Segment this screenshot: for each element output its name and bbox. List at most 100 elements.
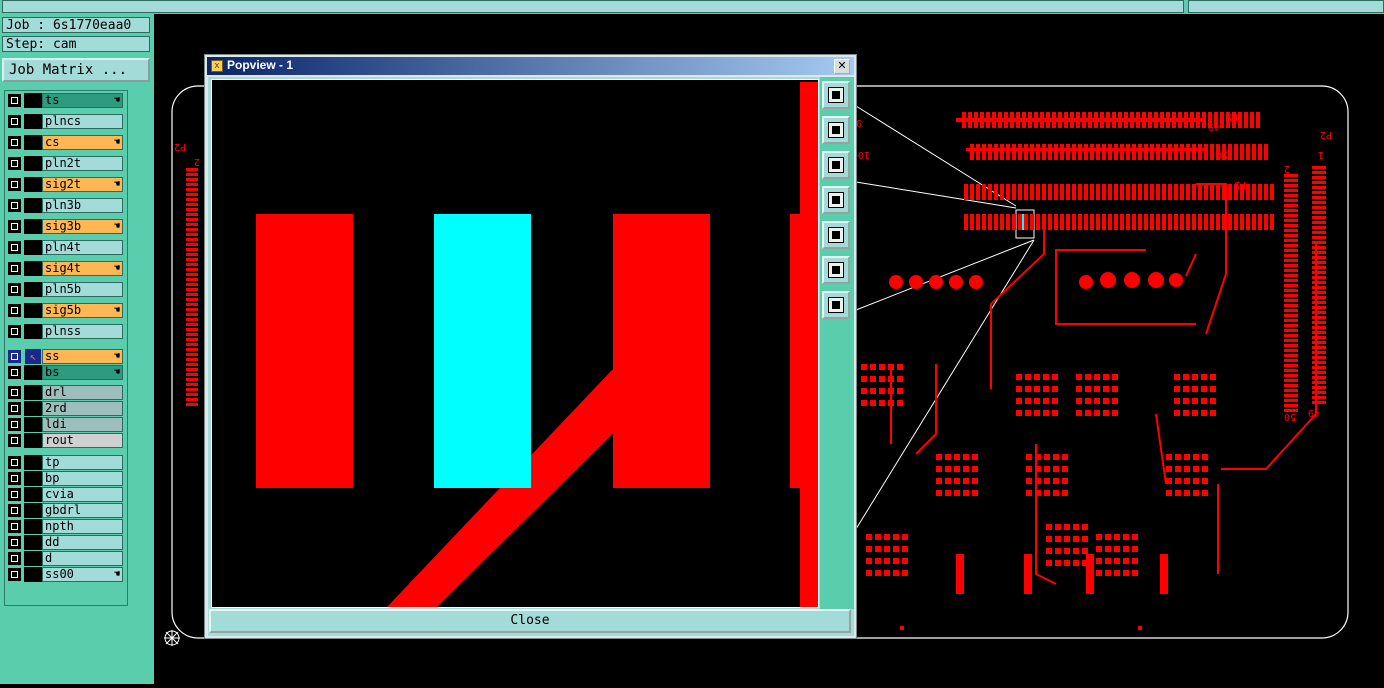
pan-center-button[interactable] <box>822 291 850 319</box>
layer-row-d[interactable]: d <box>5 551 127 566</box>
layer-row-2rd[interactable]: 2rd <box>5 401 127 416</box>
command-field[interactable] <box>2 0 1184 13</box>
layer-color-swatch[interactable] <box>24 417 42 432</box>
layer-row-gbdrl[interactable]: gbdrl <box>5 503 127 518</box>
layer-row-sig3b[interactable]: sig3b ☚ <box>5 219 127 234</box>
layer-checkbox[interactable] <box>8 418 21 431</box>
layer-name[interactable]: bs ☚ <box>42 365 123 380</box>
layer-color-swatch[interactable] <box>24 519 42 534</box>
layer-checkbox[interactable] <box>8 220 21 233</box>
pan-right-button[interactable] <box>822 221 850 249</box>
layer-color-swatch[interactable] <box>24 324 42 339</box>
layer-color-swatch[interactable] <box>24 433 42 448</box>
layer-row-cvia[interactable]: cvia <box>5 487 127 502</box>
layer-row-tp[interactable]: tp <box>5 455 127 470</box>
layer-color-swatch[interactable] <box>24 303 42 318</box>
layer-checkbox[interactable] <box>8 386 21 399</box>
layer-row-plnss[interactable]: plnss <box>5 324 127 339</box>
layer-color-swatch[interactable] <box>24 385 42 400</box>
layer-color-swatch[interactable] <box>24 177 42 192</box>
layer-checkbox[interactable] <box>8 536 21 549</box>
pan-left-button[interactable] <box>822 186 850 214</box>
layer-row-rout[interactable]: rout <box>5 433 127 448</box>
layer-color-swatch[interactable] <box>24 93 42 108</box>
layer-name[interactable]: pln5b <box>42 282 123 297</box>
layer-checkbox[interactable] <box>8 157 21 170</box>
layer-name[interactable]: 2rd <box>42 401 123 416</box>
layer-row-plncs[interactable]: plncs <box>5 114 127 129</box>
layer-row-sig2t[interactable]: sig2t ☚ <box>5 177 127 192</box>
layer-color-swatch[interactable] <box>24 471 42 486</box>
layer-row-ldi[interactable]: ldi <box>5 417 127 432</box>
layer-row-bp[interactable]: bp <box>5 471 127 486</box>
popview-zoom-view[interactable] <box>211 79 819 608</box>
job-matrix-button[interactable]: Job Matrix ... <box>2 58 150 82</box>
layer-row-ss00[interactable]: ss00 ☚ <box>5 567 127 582</box>
layer-checkbox[interactable] <box>8 94 21 107</box>
layer-row-dd[interactable]: dd <box>5 535 127 550</box>
layer-name[interactable]: rout <box>42 433 123 448</box>
layer-checkbox[interactable] <box>8 325 21 338</box>
layer-name[interactable]: sig5b ☚ <box>42 303 123 318</box>
layer-row-cs[interactable]: cs ☚ <box>5 135 127 150</box>
layer-name[interactable]: plncs <box>42 114 123 129</box>
layer-name[interactable]: drl <box>42 385 123 400</box>
layer-checkbox[interactable] <box>8 456 21 469</box>
layer-name[interactable]: tp <box>42 455 123 470</box>
layer-color-swatch[interactable] <box>24 240 42 255</box>
layer-color-swatch[interactable] <box>24 156 42 171</box>
layer-name[interactable]: pln3b <box>42 198 123 213</box>
layer-color-swatch[interactable] <box>24 567 42 582</box>
layer-name[interactable]: pln4t <box>42 240 123 255</box>
layer-name[interactable]: sig4t ☚ <box>42 261 123 276</box>
layer-checkbox[interactable] <box>8 262 21 275</box>
zoom-window-button[interactable] <box>822 81 850 109</box>
zoom-out-button[interactable] <box>822 151 850 179</box>
layer-checkbox[interactable] <box>8 520 21 533</box>
layer-row-sig4t[interactable]: sig4t ☚ <box>5 261 127 276</box>
layer-color-swatch[interactable] <box>24 503 42 518</box>
layer-row-pln4t[interactable]: pln4t <box>5 240 127 255</box>
layer-name[interactable]: plnss <box>42 324 123 339</box>
layer-name[interactable]: pln2t <box>42 156 123 171</box>
layer-name[interactable]: cs ☚ <box>42 135 123 150</box>
layer-row-sig5b[interactable]: sig5b ☚ <box>5 303 127 318</box>
layer-color-swatch[interactable] <box>24 487 42 502</box>
layer-row-drl[interactable]: drl <box>5 385 127 400</box>
layer-checkbox[interactable] <box>8 304 21 317</box>
layer-checkbox[interactable] <box>8 472 21 485</box>
layer-color-swatch[interactable] <box>24 401 42 416</box>
layer-checkbox[interactable] <box>8 366 21 379</box>
layer-checkbox[interactable] <box>8 568 21 581</box>
layer-checkbox[interactable] <box>8 199 21 212</box>
layer-checkbox[interactable] <box>8 178 21 191</box>
zoom-in-button[interactable] <box>822 116 850 144</box>
layer-name[interactable]: sig2t ☚ <box>42 177 123 192</box>
layer-color-swatch[interactable] <box>24 135 42 150</box>
layer-checkbox[interactable] <box>8 552 21 565</box>
layer-checkbox[interactable] <box>8 504 21 517</box>
layer-row-pln3b[interactable]: pln3b <box>5 198 127 213</box>
layer-name[interactable]: bp <box>42 471 123 486</box>
layer-checkbox[interactable] <box>8 488 21 501</box>
layer-name[interactable]: sig3b ☚ <box>42 219 123 234</box>
layer-checkbox[interactable] <box>8 434 21 447</box>
layer-color-swatch[interactable] <box>24 219 42 234</box>
layer-checkbox[interactable] <box>8 350 21 363</box>
layer-name[interactable]: ldi <box>42 417 123 432</box>
layer-color-swatch[interactable] <box>24 282 42 297</box>
layer-row-bs[interactable]: bs ☚ <box>5 365 127 380</box>
layer-row-ts[interactable]: ts ☚ <box>5 93 127 108</box>
layer-name[interactable]: cvia <box>42 487 123 502</box>
layer-row-ss[interactable]: ss ☚ <box>5 349 127 364</box>
window-close-icon[interactable]: ✕ <box>834 59 850 74</box>
layer-checkbox[interactable] <box>8 402 21 415</box>
layer-color-swatch[interactable] <box>24 365 42 380</box>
layer-checkbox[interactable] <box>8 241 21 254</box>
layer-color-swatch[interactable] <box>24 455 42 470</box>
popview-close-button[interactable]: Close <box>209 609 851 633</box>
layer-checkbox[interactable] <box>8 283 21 296</box>
layer-row-pln5b[interactable]: pln5b <box>5 282 127 297</box>
layer-row-pln2t[interactable]: pln2t <box>5 156 127 171</box>
layer-color-swatch[interactable] <box>24 551 42 566</box>
